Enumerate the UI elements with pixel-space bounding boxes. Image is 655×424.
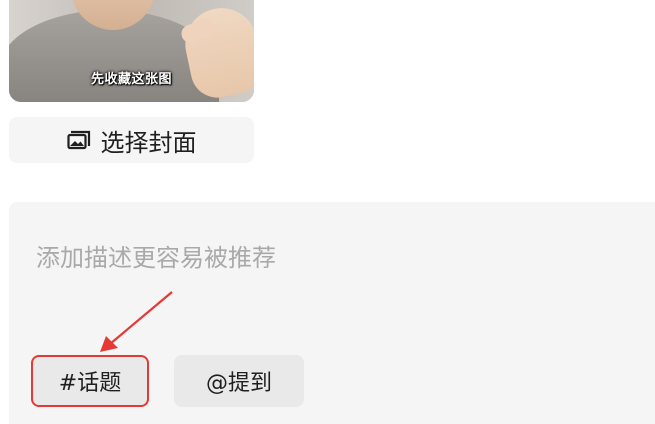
description-placeholder: 添加描述更容易被推荐	[36, 244, 276, 272]
thumbnail-caption: 先收藏这张图	[90, 72, 172, 87]
mention-label: @提到	[205, 371, 272, 396]
topic-button[interactable]: #话题	[31, 355, 149, 407]
image-icon	[66, 130, 91, 150]
screen: 先收藏这张图 选择封面 添加描述更容易被推荐 #话题 @提到	[0, 0, 655, 424]
choose-cover-label: 选择封面	[100, 128, 197, 157]
video-thumbnail[interactable]: 先收藏这张图	[9, 0, 254, 102]
topic-label: #话题	[58, 371, 122, 396]
choose-cover-button[interactable]: 选择封面	[9, 117, 254, 163]
mention-button[interactable]: @提到	[174, 355, 304, 407]
